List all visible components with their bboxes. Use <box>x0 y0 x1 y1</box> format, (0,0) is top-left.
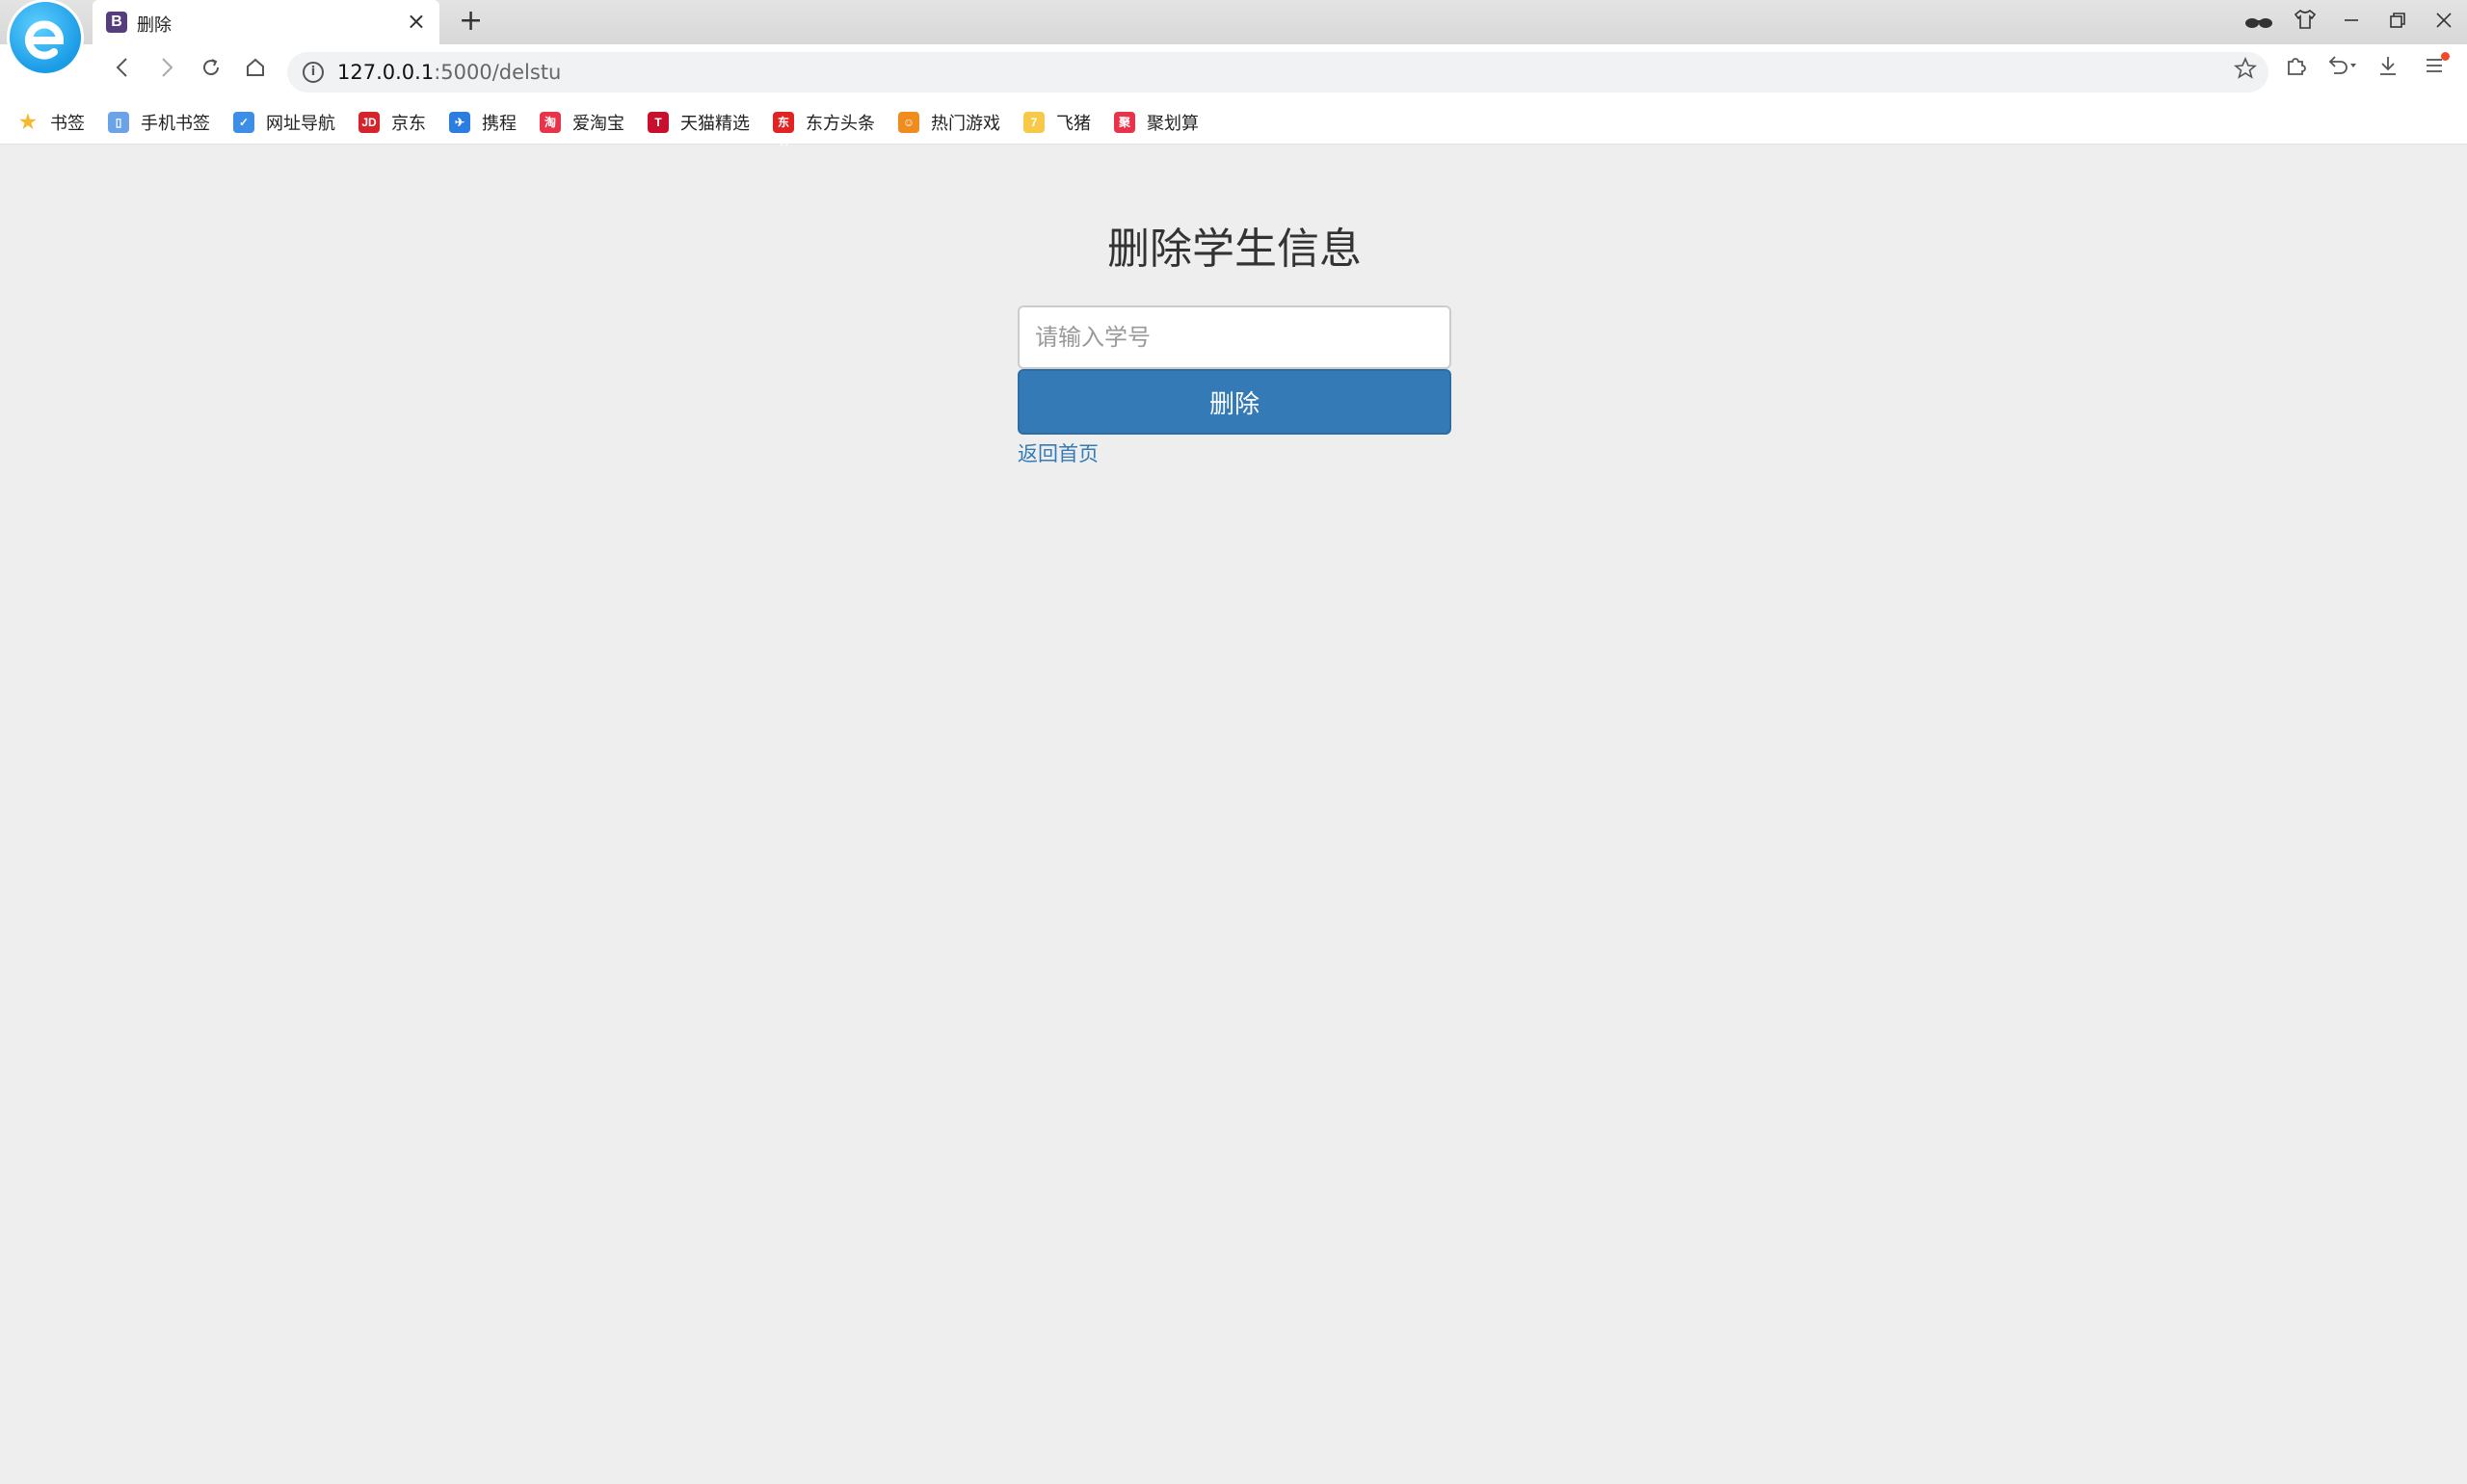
download-icon[interactable] <box>2365 54 2411 83</box>
jd-icon: JD <box>358 111 380 133</box>
bookmark-item[interactable]: ★ 书签 <box>17 110 85 135</box>
menu-icon[interactable] <box>2411 52 2457 83</box>
fliggy-icon: 7 <box>1023 111 1045 133</box>
skin-shirt-icon[interactable] <box>2282 9 2328 35</box>
page-title: 删除学生信息 <box>1107 225 1362 274</box>
games-icon: ☺ <box>898 111 919 133</box>
address-bar[interactable]: i 127.0.0.1:5000/delstu <box>287 52 2268 93</box>
bookmark-star-icon[interactable] <box>2233 56 2258 87</box>
bookmark-label: 聚划算 <box>1147 113 1199 134</box>
browser-tab-active[interactable]: B 删除 × <box>93 0 439 44</box>
bookmark-label: 天猫精选 <box>680 113 750 134</box>
menu-notification-dot <box>2441 52 2450 61</box>
reload-icon[interactable] <box>195 56 227 85</box>
bookmark-label: 热门游戏 <box>931 113 1000 134</box>
toolbar-right <box>2272 52 2457 83</box>
bookmark-label: 飞猪 <box>1056 113 1091 134</box>
back-icon[interactable] <box>106 56 139 85</box>
bookmark-item[interactable]: JD 京东 <box>358 110 426 135</box>
bookmark-label: 东方头条 <box>806 113 875 134</box>
close-window-icon[interactable] <box>2421 11 2467 35</box>
bookmark-item[interactable]: 聚聚划算 <box>1114 110 1199 135</box>
navigation-bar: i 127.0.0.1:5000/delstu <box>0 44 2467 100</box>
minimize-icon[interactable] <box>2328 11 2374 35</box>
bookmark-item[interactable]: 7 飞猪 <box>1023 110 1091 135</box>
juhuasuan-icon: 聚 <box>1114 111 1135 133</box>
bookmark-label: 携程 <box>482 113 517 134</box>
site-info-icon[interactable]: i <box>303 62 324 83</box>
back-home-link[interactable]: 返回首页 <box>1018 438 1099 467</box>
page-content: 删除学生信息 删除 返回首页 <box>0 146 2467 1484</box>
bookmark-item[interactable]: T 天猫精选 <box>648 110 750 135</box>
url-path: :5000/delstu <box>434 61 562 84</box>
url-host: 127.0.0.1 <box>337 61 435 84</box>
ctrip-icon: ✈ <box>449 111 470 133</box>
browser-chrome: B 删除 × + i 127.0.0.1:5000/delstu ★ 书签 ▯ … <box>0 0 2467 150</box>
undo-close-tab-icon[interactable] <box>2319 54 2365 83</box>
bookmark-item[interactable]: ✓ 网址导航 <box>233 110 335 135</box>
restore-icon[interactable] <box>2374 11 2421 35</box>
forward-icon[interactable] <box>150 56 183 85</box>
bookmark-item[interactable]: 东方 东方头条 <box>773 110 875 150</box>
bookmark-label: 网址导航 <box>266 113 335 134</box>
delete-student-form: 删除学生信息 删除 返回首页 <box>1018 146 1451 467</box>
bookmark-label: 京东 <box>391 113 426 134</box>
browser-logo-icon[interactable] <box>10 2 81 73</box>
bookmark-label: 书签 <box>50 113 85 134</box>
student-id-input[interactable] <box>1018 305 1451 369</box>
home-icon[interactable] <box>239 56 272 85</box>
tab-title: 删除 <box>137 15 172 36</box>
url-text[interactable]: 127.0.0.1:5000/delstu <box>337 61 561 84</box>
bootstrap-favicon-icon: B <box>106 12 127 33</box>
window-controls <box>2236 0 2467 44</box>
tab-strip: B 删除 × + <box>0 0 2467 73</box>
new-tab-icon[interactable]: + <box>459 4 483 39</box>
tab-close-icon[interactable]: × <box>407 8 426 35</box>
delete-button[interactable]: 删除 <box>1018 369 1451 435</box>
incognito-icon[interactable] <box>2236 11 2282 35</box>
bookmark-item[interactable]: 淘爱淘宝 <box>540 110 624 135</box>
star-icon: ★ <box>19 111 37 133</box>
bookmark-item[interactable]: ✈ 携程 <box>449 110 517 135</box>
bookmark-item[interactable]: ☺ 热门游戏 <box>898 110 1000 135</box>
extensions-icon[interactable] <box>2272 54 2319 83</box>
dftt-icon: 东方 <box>773 111 794 150</box>
bookmark-item[interactable]: ▯ 手机书签 <box>108 110 210 135</box>
navigation-icon: ✓ <box>233 111 254 133</box>
phone-bookmark-icon: ▯ <box>108 111 129 133</box>
taobao-icon: 淘 <box>540 111 561 133</box>
bookmark-label: 手机书签 <box>141 113 210 134</box>
bookmarks-bar: ★ 书签 ▯ 手机书签 ✓ 网址导航 JD 京东 ✈ 携程 淘爱淘宝 T 天猫精选 东方 东方头条 ☺ 热门游戏… <box>0 100 2467 150</box>
bookmark-label: 爱淘宝 <box>572 113 624 134</box>
tmall-icon: T <box>648 111 669 133</box>
